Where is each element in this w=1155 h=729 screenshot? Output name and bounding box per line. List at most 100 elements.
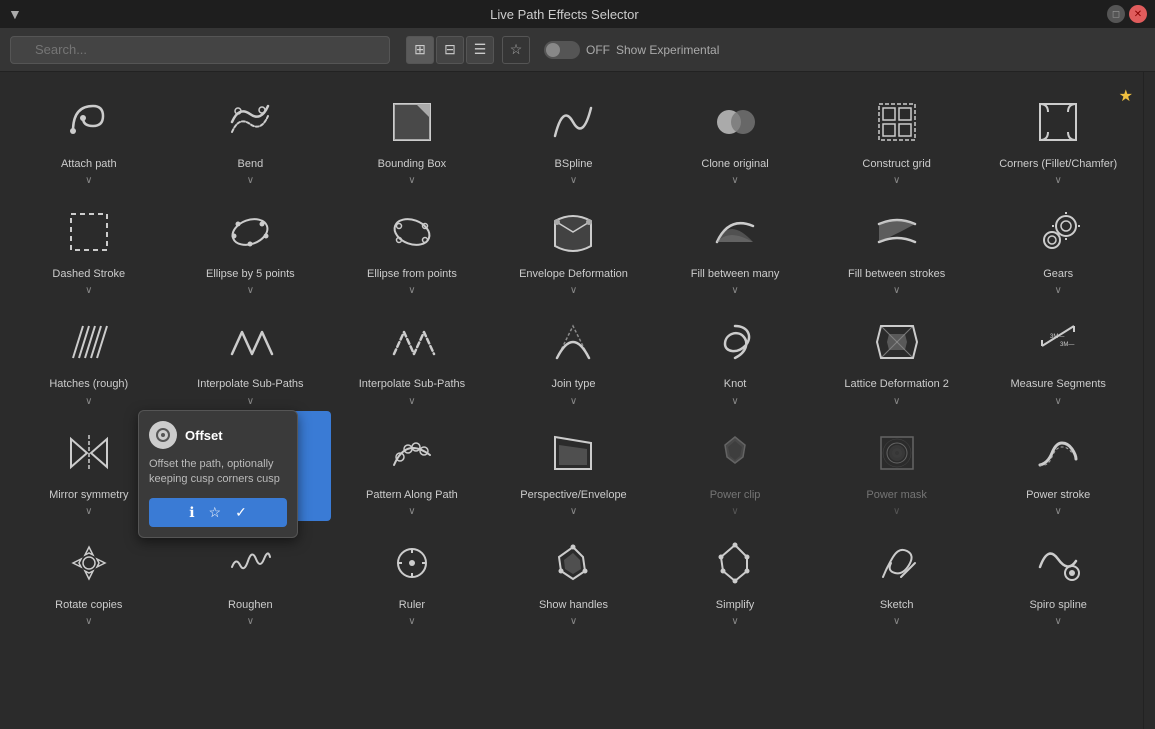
corners-star: ★ (1119, 86, 1133, 106)
hatches-chevron: ∨ (85, 396, 92, 407)
dashed-stroke-chevron: ∨ (85, 285, 92, 296)
interpolate-hidden-label: Interpolate Sub-Paths (197, 378, 303, 391)
tooltip-apply-button[interactable]: ✓ (231, 502, 251, 523)
bounding-box-chevron: ∨ (408, 175, 415, 186)
interpolate-hidden-chevron: ∨ (247, 396, 254, 407)
bspline-label: BSpline (555, 158, 593, 171)
fill-between-many-icon (703, 200, 767, 264)
favorites-button[interactable]: ☆ (502, 36, 530, 64)
bspline-chevron: ∨ (570, 175, 577, 186)
lattice2-label: Lattice Deformation 2 (844, 378, 949, 391)
title-bar-right: ◻ ✕ (1107, 5, 1147, 23)
sketch-label: Sketch (880, 599, 914, 612)
ruler-icon (380, 531, 444, 595)
effect-corners[interactable]: ★ Corners (Fillet/Chamfer) ∨ (977, 80, 1139, 190)
measure-icon: 3M— 3M— (1026, 310, 1090, 374)
attach-path-label: Attach path (61, 158, 117, 171)
tooltip-info-button[interactable]: ℹ (185, 502, 198, 523)
toggle-label: OFF (586, 43, 610, 57)
effect-perspective[interactable]: Perspective/Envelope ∨ (493, 411, 655, 521)
effect-attach-path[interactable]: Attach path ∨ (8, 80, 170, 190)
attach-path-icon (57, 90, 121, 154)
effect-bspline[interactable]: BSpline ∨ (493, 80, 655, 190)
search-input[interactable] (10, 36, 390, 64)
perspective-icon (541, 421, 605, 485)
measure-chevron: ∨ (1055, 396, 1062, 407)
effect-hatches[interactable]: Hatches (rough) ∨ (8, 300, 170, 410)
menu-icon[interactable]: ▼ (8, 6, 22, 22)
interpolate-sub-chevron: ∨ (408, 396, 415, 407)
effect-power-mask[interactable]: Power mask ∨ (816, 411, 978, 521)
effect-lattice2[interactable]: Lattice Deformation 2 ∨ (816, 300, 978, 410)
title-bar: ▼ Live Path Effects Selector ◻ ✕ (0, 0, 1155, 28)
effect-ruler[interactable]: Ruler ∨ (331, 521, 493, 631)
roughen-icon (218, 531, 282, 595)
construct-grid-label: Construct grid (862, 158, 930, 171)
scrollbar[interactable] (1143, 72, 1155, 729)
clone-original-label: Clone original (701, 158, 768, 171)
bend-chevron: ∨ (247, 175, 254, 186)
tooltip-offset-icon (149, 421, 177, 449)
fill-between-many-label: Fill between many (691, 268, 780, 281)
tooltip-actions: ℹ ☆ ✓ (149, 498, 287, 527)
offset-tooltip: Offset Offset the path, optionally keepi… (138, 410, 298, 538)
interpolate-sub-label: Interpolate Sub-Paths (359, 378, 465, 391)
title-bar-left: ▼ (8, 6, 22, 22)
close-button[interactable]: ✕ (1129, 5, 1147, 23)
simplify-chevron: ∨ (731, 616, 738, 627)
effect-measure[interactable]: 3M— 3M— Measure Segments ∨ (977, 300, 1139, 410)
spiro-label: Spiro spline (1029, 599, 1086, 612)
pattern-path-chevron: ∨ (408, 506, 415, 517)
knot-chevron: ∨ (731, 396, 738, 407)
corners-label: Corners (Fillet/Chamfer) (999, 158, 1117, 171)
effect-bend[interactable]: Bend ∨ (170, 80, 332, 190)
effect-pattern-path[interactable]: Pattern Along Path ∨ (331, 411, 493, 521)
effects-grid: Attach path ∨ Bend ∨ (8, 80, 1139, 631)
sketch-chevron: ∨ (893, 616, 900, 627)
effect-sketch[interactable]: Sketch ∨ (816, 521, 978, 631)
effect-interpolate-hidden[interactable]: Interpolate Sub-Paths ∨ (170, 300, 332, 410)
power-stroke-chevron: ∨ (1055, 506, 1062, 517)
corners-chevron: ∨ (1055, 175, 1062, 186)
rotate-copies-label: Rotate copies (55, 599, 122, 612)
effect-ellipse5[interactable]: Ellipse by 5 points ∨ (170, 190, 332, 300)
ellipse5-label: Ellipse by 5 points (206, 268, 295, 281)
effect-power-stroke[interactable]: Power stroke ∨ (977, 411, 1139, 521)
effect-power-clip[interactable]: Power clip ∨ (654, 411, 816, 521)
ellipse-from-label: Ellipse from points (367, 268, 457, 281)
mirror-chevron: ∨ (85, 506, 92, 517)
effects-grid-area: Attach path ∨ Bend ∨ (0, 72, 1143, 729)
hatches-icon (57, 310, 121, 374)
effect-fill-between-many[interactable]: Fill between many ∨ (654, 190, 816, 300)
effect-simplify[interactable]: Simplify ∨ (654, 521, 816, 631)
effect-construct-grid[interactable]: Construct grid ∨ (816, 80, 978, 190)
tooltip-star-button[interactable]: ☆ (205, 502, 226, 523)
view-grid-small-button[interactable]: ⊟ (436, 36, 464, 64)
view-list-button[interactable]: ☰ (466, 36, 494, 64)
effect-interpolate-sub[interactable]: Interpolate Sub-Paths ∨ (331, 300, 493, 410)
fill-between-many-chevron: ∨ (731, 285, 738, 296)
effect-ellipse-from[interactable]: Ellipse from points ∨ (331, 190, 493, 300)
fill-between-strokes-chevron: ∨ (893, 285, 900, 296)
effect-fill-between-strokes[interactable]: Fill between strokes ∨ (816, 190, 978, 300)
show-handles-icon (541, 531, 605, 595)
effect-dashed-stroke[interactable]: Dashed Stroke ∨ (8, 190, 170, 300)
effect-envelope[interactable]: Envelope Deformation ∨ (493, 190, 655, 300)
fill-between-strokes-label: Fill between strokes (848, 268, 945, 281)
interpolate-sub-icon (380, 310, 444, 374)
view-grid-large-button[interactable]: ⊞ (406, 36, 434, 64)
effect-knot[interactable]: Knot ∨ (654, 300, 816, 410)
perspective-chevron: ∨ (570, 506, 577, 517)
ellipse-from-chevron: ∨ (408, 285, 415, 296)
attach-path-chevron: ∨ (85, 175, 92, 186)
effect-bounding-box[interactable]: Bounding Box ∨ (331, 80, 493, 190)
show-experimental-label: Show Experimental (616, 43, 719, 57)
effect-show-handles[interactable]: Show handles ∨ (493, 521, 655, 631)
effect-gears[interactable]: Gears ∨ (977, 190, 1139, 300)
effect-join-type[interactable]: Join type ∨ (493, 300, 655, 410)
experimental-toggle[interactable] (544, 41, 580, 59)
effect-clone-original[interactable]: Clone original ∨ (654, 80, 816, 190)
effect-spiro[interactable]: Spiro spline ∨ (977, 521, 1139, 631)
minimize-button[interactable]: ◻ (1107, 5, 1125, 23)
window-title: Live Path Effects Selector (490, 7, 639, 22)
